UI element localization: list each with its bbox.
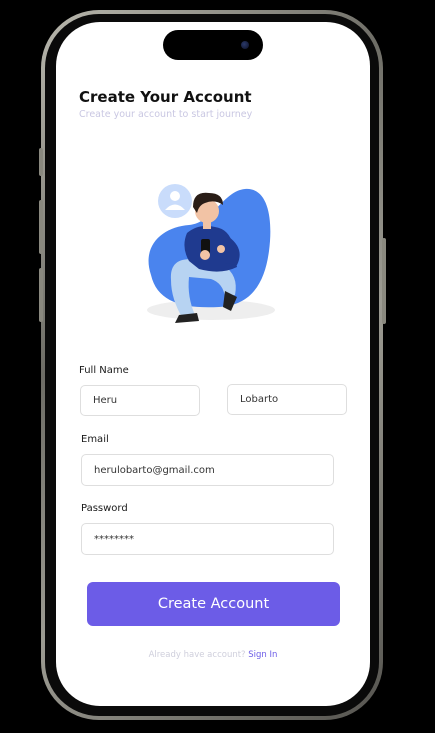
volume-up-button: [39, 200, 43, 254]
avatar-bubble-icon: [158, 184, 192, 218]
first-name-field[interactable]: Heru: [80, 385, 200, 416]
power-button: [382, 238, 386, 324]
sign-in-link[interactable]: Sign In: [248, 650, 277, 660]
person-with-phone-illustration: [147, 184, 275, 323]
front-camera-icon: [241, 41, 249, 49]
page-title: Create Your Account: [79, 88, 252, 106]
password-label: Password: [81, 503, 128, 514]
dynamic-island: [163, 30, 263, 60]
full-name-label: Full Name: [79, 365, 129, 376]
create-account-button[interactable]: Create Account: [87, 582, 340, 626]
first-name-value: Heru: [93, 395, 118, 406]
page-subtitle: Create your account to start journey: [79, 109, 253, 120]
email-label: Email: [81, 434, 109, 445]
last-name-value: Lobarto: [240, 394, 279, 405]
already-have-account-text: Already have account?: [148, 650, 246, 660]
action-button: [39, 148, 43, 176]
password-value: ********: [94, 533, 134, 545]
last-name-field[interactable]: Lobarto: [227, 384, 347, 415]
app-screen: Create Your Account Create your account …: [56, 22, 370, 706]
hand: [200, 250, 210, 260]
email-field[interactable]: herulobarto@gmail.com: [81, 454, 334, 486]
email-value: herulobarto@gmail.com: [94, 464, 215, 476]
password-field[interactable]: ********: [81, 523, 334, 555]
hand-right: [217, 245, 225, 253]
sign-in-prompt: Already have account? Sign In: [56, 650, 370, 660]
volume-down-button: [39, 268, 43, 322]
